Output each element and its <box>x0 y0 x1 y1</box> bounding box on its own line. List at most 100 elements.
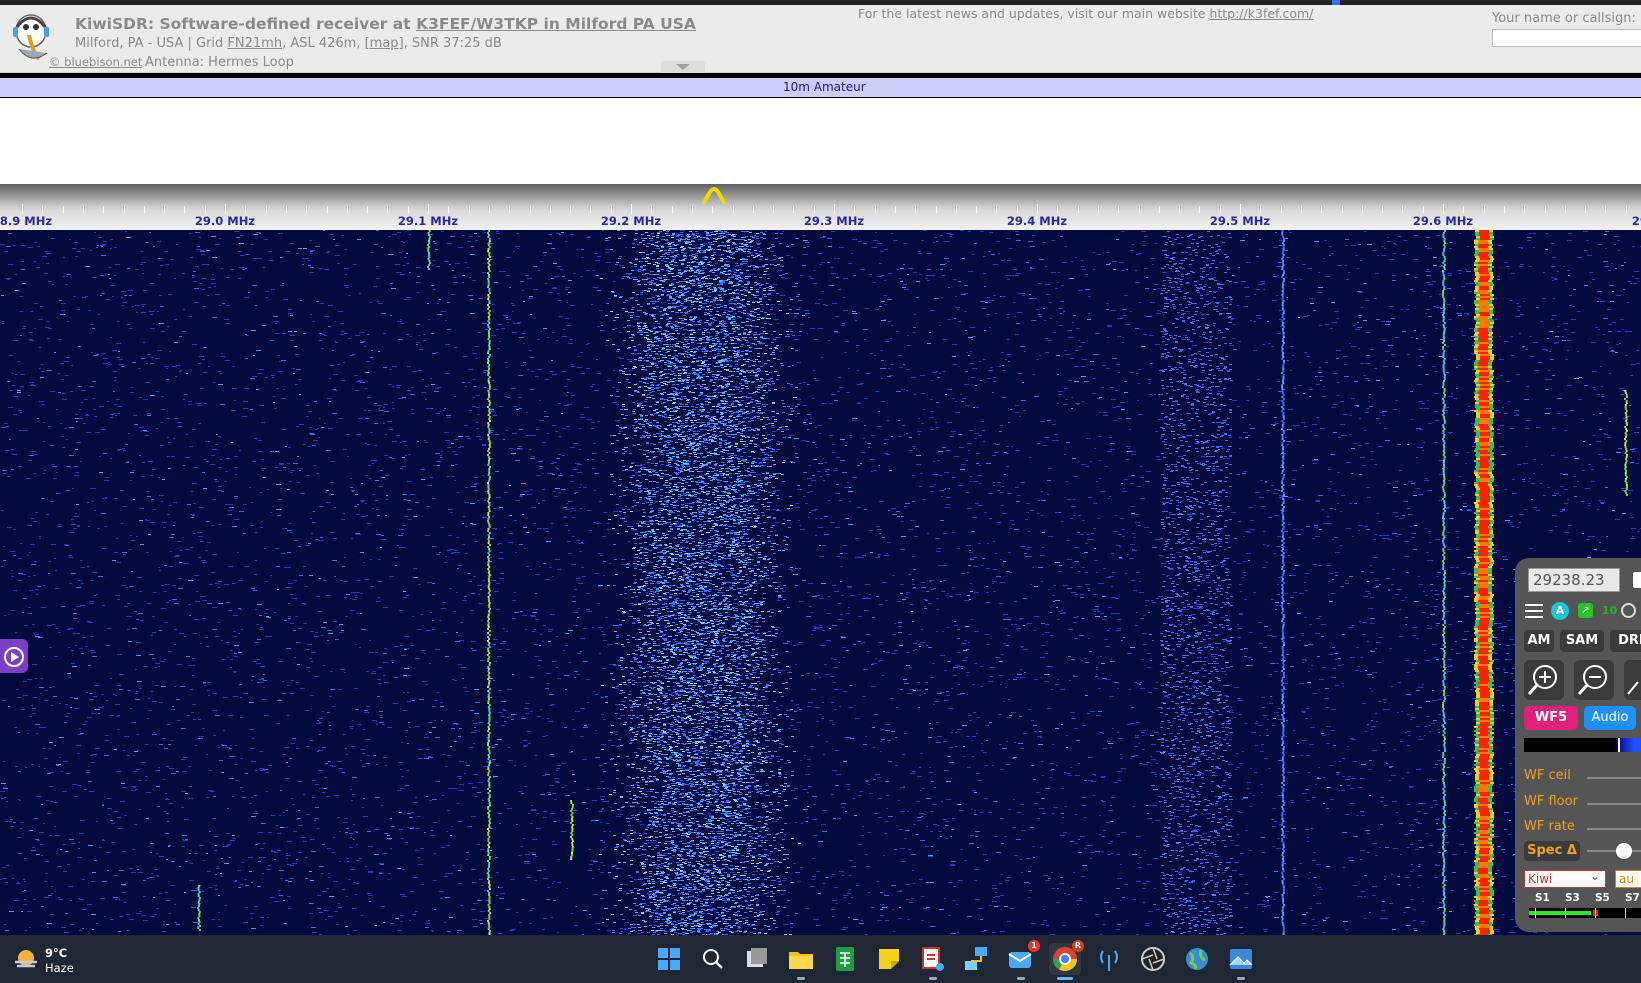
station-link[interactable]: K3FEF/W3TKP in Milford PA USA <box>416 15 696 33</box>
chrome-badge: R <box>1072 940 1084 952</box>
task-view-icon[interactable] <box>741 943 773 975</box>
scale-tick <box>245 206 247 213</box>
zoom-out-button[interactable] <box>1574 660 1614 700</box>
aperture-icon[interactable] <box>1137 943 1169 975</box>
scale-tick <box>1443 204 1444 214</box>
scale-label: 29.4 MHz <box>1007 214 1067 228</box>
wf-floor-slider[interactable] <box>1587 803 1641 805</box>
wf-floor-label: WF floor <box>1524 794 1578 809</box>
file-explorer-icon[interactable] <box>785 943 817 980</box>
wf-ceil-slider[interactable] <box>1587 777 1641 779</box>
sticky-notes-icon[interactable] <box>873 943 905 975</box>
waterfall-colorbar[interactable] <box>1524 738 1641 752</box>
wf-rate-slider[interactable] <box>1587 828 1641 830</box>
scale-tick <box>1564 206 1566 213</box>
kiwi-select[interactable]: Kiwi <box>1524 868 1606 888</box>
scale-tick <box>874 206 876 213</box>
weather-description[interactable]: Haze <box>45 961 74 975</box>
mode-sam-button[interactable]: SAM <box>1560 630 1604 652</box>
search-icon[interactable] <box>697 943 729 975</box>
scale-tick <box>1503 206 1505 213</box>
grid-link[interactable]: FN21mh <box>227 36 282 51</box>
frequency-input[interactable]: 29238.23 <box>1528 568 1620 592</box>
mode-drm-button[interactable]: DRM <box>1610 630 1641 652</box>
scale-tick <box>915 206 917 213</box>
scale-tick <box>1463 206 1465 213</box>
mail-icon[interactable]: 1 <box>1005 940 1040 980</box>
menu-icon[interactable] <box>1525 604 1543 618</box>
band-bar[interactable]: 10m Amateur <box>0 78 1641 97</box>
scale-tick <box>1524 206 1526 213</box>
waterfall-display[interactable] <box>0 230 1641 935</box>
scale-tick <box>1361 206 1363 213</box>
scale-tick <box>1300 206 1302 213</box>
page-header: KiwiSDR: Software-defined receiver at K3… <box>0 5 1641 73</box>
scale-tick <box>894 206 896 213</box>
scale-tick <box>448 206 450 213</box>
zoom-in-icon <box>1527 665 1557 695</box>
passband-marker-icon[interactable] <box>701 186 727 206</box>
step-10-icon[interactable]: 10 <box>1602 604 1617 617</box>
scale-tick <box>1016 206 1018 213</box>
audio-button[interactable]: Audio <box>1584 706 1636 730</box>
scale-tick <box>570 206 572 213</box>
news-text: For the latest news and updates, visit o… <box>858 6 1209 21</box>
scale-tick <box>854 206 856 213</box>
scale-tick <box>631 204 632 214</box>
a-circle-icon[interactable]: A <box>1551 602 1569 620</box>
weather-haze-icon[interactable] <box>13 944 39 970</box>
zoom-max-button[interactable] <box>1624 660 1641 700</box>
band-label[interactable]: 10m Amateur <box>783 80 866 94</box>
scale-tick <box>935 206 937 213</box>
scale-tick <box>387 206 389 213</box>
scale-tick <box>1625 206 1627 213</box>
spreadsheet-icon[interactable] <box>829 943 861 975</box>
weather-temperature[interactable]: 9°C <box>45 946 67 960</box>
chrome-icon[interactable]: R <box>1049 940 1084 980</box>
scale-tick <box>1179 206 1181 213</box>
audio-select[interactable]: au <box>1615 870 1641 888</box>
scale-label: 29.6 MHz <box>1413 214 1473 228</box>
photos-icon[interactable] <box>1225 943 1257 980</box>
scale-tick <box>651 206 653 213</box>
spec-slider-knob[interactable] <box>1616 843 1632 859</box>
snipping-icon[interactable] <box>917 943 949 980</box>
scale-tick <box>123 206 125 213</box>
scale-tick <box>1402 206 1404 213</box>
minus-circle-icon[interactable] <box>1621 603 1636 618</box>
radio-icon[interactable] <box>1093 943 1125 975</box>
play-audio-button[interactable] <box>0 639 28 673</box>
frequency-unit-box[interactable] <box>1633 572 1641 588</box>
scale-label: 28.9 MHz <box>0 214 52 228</box>
scale-tick <box>1382 206 1384 213</box>
map-link[interactable]: [map] <box>365 36 404 51</box>
s-meter-tick <box>1595 908 1596 918</box>
wf5-button[interactable]: WF5 <box>1524 706 1578 730</box>
callsign-input[interactable] <box>1492 29 1641 47</box>
website-link[interactable]: http://k3fef.com/ <box>1209 6 1313 21</box>
network-icon[interactable] <box>961 943 993 975</box>
frequency-scale[interactable]: 28.9 MHz 29.0 MHz 29.1 MHz 29.2 MHz 29.3 MHz… <box>0 184 1641 230</box>
spec-slider[interactable] <box>1587 850 1641 852</box>
start-icon[interactable] <box>653 943 685 975</box>
mail-badge: 1 <box>1028 940 1040 952</box>
kiwisdr-page: KiwiSDR: Software-defined receiver at K3… <box>0 0 1641 983</box>
zoom-out-icon <box>1577 665 1607 695</box>
collapse-header-button[interactable] <box>661 61 705 73</box>
s-meter-fill <box>1529 911 1592 915</box>
spectrum-display[interactable] <box>0 98 1641 184</box>
location-prefix: Milford, PA - USA | Grid <box>75 36 227 51</box>
scale-tick <box>1138 206 1140 213</box>
scale-tick <box>712 206 714 213</box>
scale-tick <box>1077 206 1079 213</box>
credit-link[interactable]: © bluebison.net <box>49 55 142 69</box>
step-icon[interactable]: ↗ <box>1578 603 1593 618</box>
scale-tick <box>225 204 226 214</box>
scale-tick <box>793 206 795 213</box>
spec-delta-button[interactable]: Spec Δ <box>1524 841 1580 861</box>
zoom-in-button[interactable] <box>1524 660 1564 700</box>
globe-icon[interactable] <box>1181 943 1213 975</box>
mode-am-button[interactable]: AM <box>1524 630 1554 652</box>
scale-tick <box>671 206 673 213</box>
scale-tick <box>367 206 369 213</box>
